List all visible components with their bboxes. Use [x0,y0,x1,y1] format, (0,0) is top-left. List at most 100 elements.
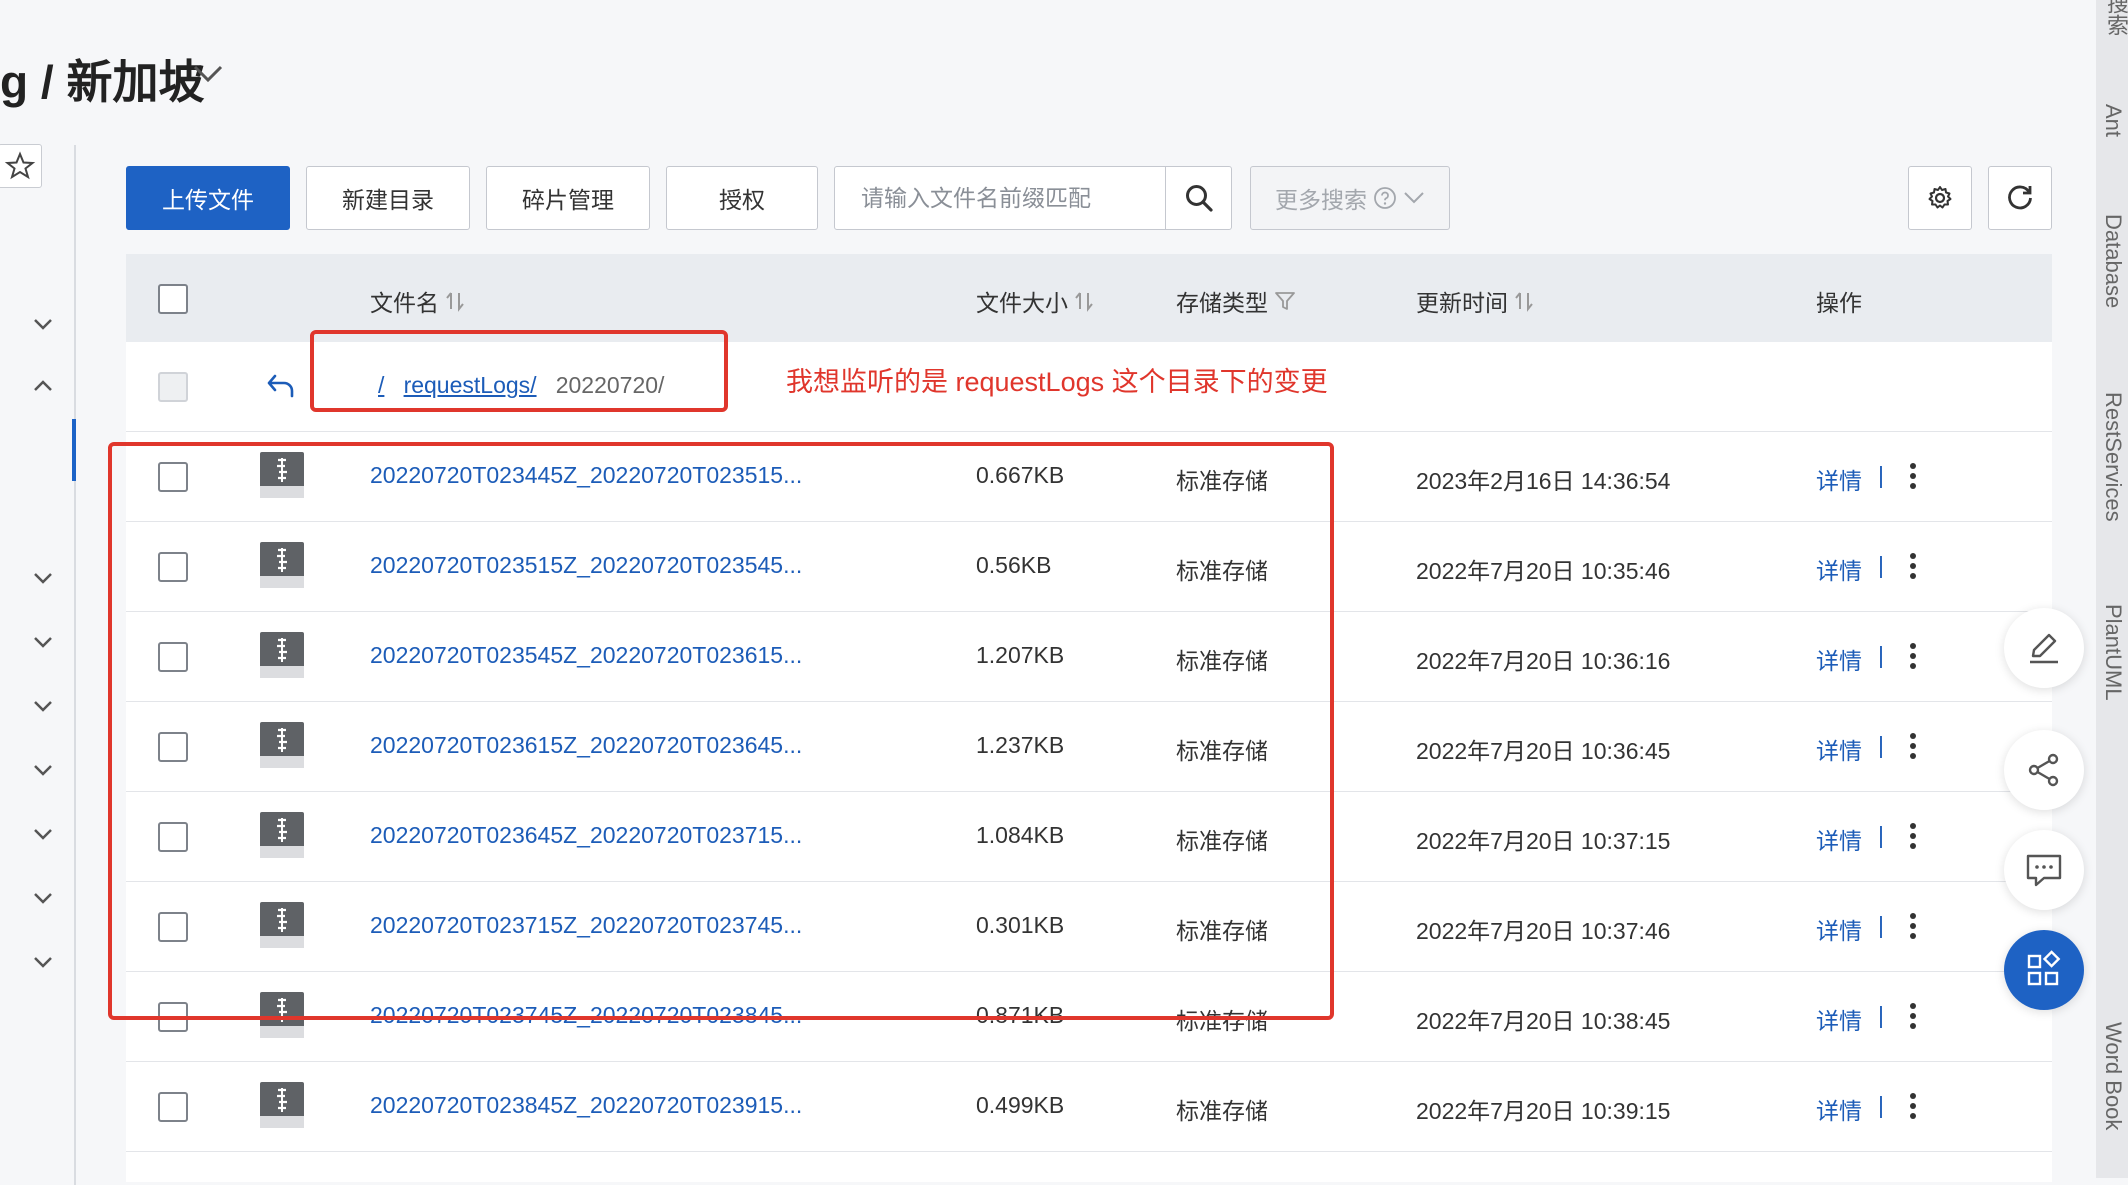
updated-time: 2022年7月20日 10:36:16 [1416,648,1671,674]
gear-icon [1928,186,1952,209]
side-label-plantuml[interactable]: PlantUML [2100,604,2126,701]
nav-expand-icon[interactable] [32,570,54,586]
more-actions-icon[interactable] [1906,462,1920,490]
updated-time: 2023年2月16日 14:36:54 [1416,468,1671,494]
refresh-icon [2008,185,2032,210]
more-actions-icon[interactable] [1906,822,1920,850]
action-separator: | [1878,1092,1884,1118]
annotation-text: 我想监听的是 requestLogs 这个目录下的变更 [786,367,1328,397]
annotation-box-breadcrumb [310,330,728,412]
updated-time: 2022年7月20日 10:35:46 [1416,558,1671,584]
search-icon [1186,185,1213,212]
search-input[interactable] [835,167,1165,229]
detail-link[interactable]: 详情 [1816,552,1862,586]
column-header-storage[interactable]: 存储类型 [1176,284,1296,318]
more-actions-icon[interactable] [1906,552,1920,580]
star-icon [4,151,36,180]
action-separator: | [1878,552,1884,578]
row-checkbox[interactable] [158,1092,188,1122]
side-label-database[interactable]: Database [2100,214,2126,308]
action-separator: | [1878,912,1884,938]
detail-link[interactable]: 详情 [1816,1092,1862,1126]
column-header-actions: 操作 [1816,290,1862,316]
help-circle-icon [1374,187,1396,209]
more-actions-icon[interactable] [1906,642,1920,670]
upload-file-button[interactable]: 上传文件 [126,166,290,230]
updated-time: 2022年7月20日 10:38:45 [1416,1008,1671,1034]
action-separator: | [1878,822,1884,848]
file-name-link[interactable]: 20220720T023845Z_20220720T023915... [370,1092,802,1119]
updated-time: 2022年7月20日 10:37:46 [1416,918,1671,944]
search-button[interactable] [1166,167,1232,229]
updated-time: 2022年7月20日 10:39:15 [1416,1098,1671,1124]
file-icon [260,1082,304,1128]
side-label-restservices[interactable]: RestServices [2100,392,2126,522]
action-separator: | [1878,732,1884,758]
ide-side-panel: 测搜索 Ant Database RestServices PlantUML W… [2096,0,2128,1178]
nav-divider [74,145,76,1185]
share-icon [2028,753,2059,787]
chat-icon [2026,854,2062,887]
detail-link[interactable]: 详情 [1816,912,1862,946]
nav-expand-icon[interactable] [32,890,54,906]
more-actions-icon[interactable] [1906,1092,1920,1120]
nav-expand-icon[interactable] [32,316,54,332]
column-header-name[interactable]: 文件名 [370,284,465,318]
action-separator: | [1878,462,1884,488]
more-actions-icon[interactable] [1906,912,1920,940]
sort-icon [446,292,464,312]
chevron-down-icon [1404,192,1424,204]
fragment-management-button[interactable]: 碎片管理 [486,166,650,230]
detail-link[interactable]: 详情 [1816,462,1862,496]
edit-float-button[interactable] [2004,608,2084,688]
table-header: 文件名 文件大小 存储类型 更新时间 操作 [126,254,2052,342]
annotation-box-files [108,442,1334,1020]
chevron-down-icon[interactable] [192,62,224,86]
settings-button[interactable] [1908,166,1972,230]
share-float-button[interactable] [2004,730,2084,810]
page-title: g / 新加坡 [0,56,205,108]
side-label-ant[interactable]: Ant [2100,104,2126,137]
more-search-label: 更多搜索 [1275,187,1367,213]
detail-link[interactable]: 详情 [1816,642,1862,676]
search-box [834,166,1232,230]
table-row[interactable]: 20220720T023845Z_20220720T023915... 0.499… [126,1062,2052,1152]
detail-link[interactable]: 详情 [1816,732,1862,766]
updated-time: 2022年7月20日 10:37:15 [1416,828,1671,854]
favorite-button[interactable] [0,144,42,188]
file-size: 0.499KB [976,1092,1065,1118]
storage-type: 标准存储 [1176,1098,1268,1124]
filter-icon [1275,292,1295,310]
back-arrow-icon[interactable] [266,372,298,400]
more-actions-icon[interactable] [1906,1002,1920,1030]
sort-icon [1075,292,1093,312]
column-header-time[interactable]: 更新时间 [1416,284,1534,318]
action-separator: | [1878,1002,1884,1028]
column-header-size[interactable]: 文件大小 [976,284,1094,318]
select-all-checkbox[interactable] [158,284,188,314]
nav-expand-icon[interactable] [32,762,54,778]
nav-expand-icon[interactable] [32,826,54,842]
edit-icon [2030,633,2058,664]
nav-expand-icon[interactable] [32,954,54,970]
more-actions-icon[interactable] [1906,732,1920,760]
detail-link[interactable]: 详情 [1816,822,1862,856]
new-directory-button[interactable]: 新建目录 [306,166,470,230]
feedback-float-button[interactable] [2004,830,2084,910]
sort-icon [1515,292,1533,312]
nav-expand-icon[interactable] [32,634,54,650]
detail-link[interactable]: 详情 [1816,1002,1862,1036]
action-separator: | [1878,642,1884,668]
side-label-search[interactable]: 测搜索 [2100,0,2128,36]
refresh-button[interactable] [1988,166,2052,230]
side-label-wordbook[interactable]: Word Book [2100,1022,2126,1130]
apps-grid-icon [2027,950,2061,986]
authorize-button[interactable]: 授权 [666,166,818,230]
nav-collapse-icon[interactable] [32,378,54,394]
more-search-dropdown[interactable]: 更多搜索 [1250,166,1450,230]
apps-float-button[interactable] [2004,930,2084,1010]
breadcrumb-checkbox [158,372,188,402]
nav-active-indicator [72,419,76,481]
updated-time: 2022年7月20日 10:36:45 [1416,738,1671,764]
nav-expand-icon[interactable] [32,698,54,714]
